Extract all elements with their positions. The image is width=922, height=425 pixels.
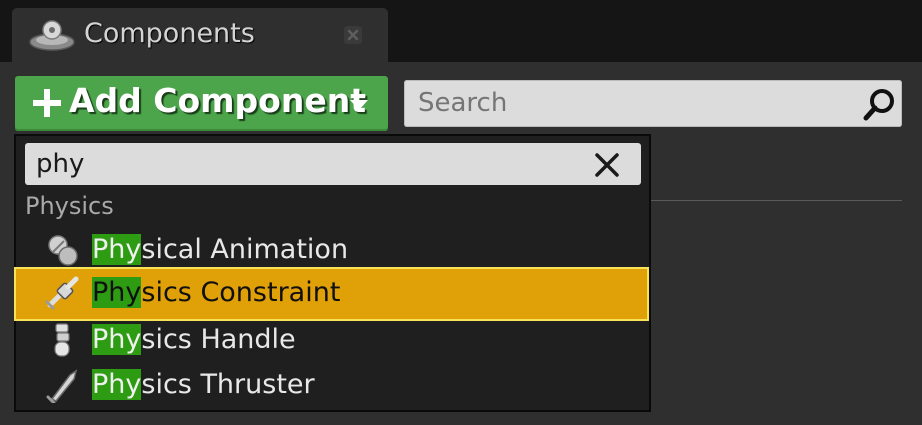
chevron-down-icon (350, 100, 368, 110)
list-item[interactable]: Physical Animation (16, 228, 649, 272)
match-highlight: Phy (92, 369, 142, 400)
components-icon (29, 20, 75, 51)
list-item-label: Physical Animation (92, 234, 349, 265)
list-item-label: Physics Thruster (92, 369, 315, 400)
match-highlight: Phy (92, 277, 142, 308)
match-highlight: Phy (92, 324, 142, 355)
match-highlight: Phy (92, 234, 142, 265)
tab-title: Components (84, 18, 255, 49)
close-icon[interactable] (593, 151, 621, 179)
physical-animation-icon (48, 235, 78, 266)
list-item-label: Physics Constraint (92, 277, 341, 308)
physics-thruster-icon (46, 369, 78, 403)
tab-components[interactable]: Components (12, 8, 388, 66)
add-component-label: Add Component (69, 81, 366, 120)
search-box[interactable] (404, 80, 902, 127)
component-picker-dropdown: Physics Physical Animation Physics Const… (14, 134, 651, 412)
search-icon[interactable] (862, 86, 898, 122)
filter-box[interactable] (25, 143, 641, 185)
filter-input[interactable] (36, 149, 556, 179)
plus-icon (33, 89, 61, 117)
divider (650, 200, 902, 201)
list-item[interactable]: Physics Handle (16, 318, 649, 362)
list-item-selected[interactable]: Physics Constraint (14, 267, 649, 321)
search-input[interactable] (418, 88, 848, 118)
list-item[interactable]: Physics Thruster (16, 363, 649, 407)
physics-constraint-icon (45, 276, 79, 310)
category-label: Physics (25, 192, 114, 220)
list-item-label: Physics Handle (92, 324, 296, 355)
close-icon[interactable] (342, 24, 364, 46)
add-component-button[interactable]: Add Component (15, 76, 388, 131)
physics-handle-icon (54, 323, 70, 357)
